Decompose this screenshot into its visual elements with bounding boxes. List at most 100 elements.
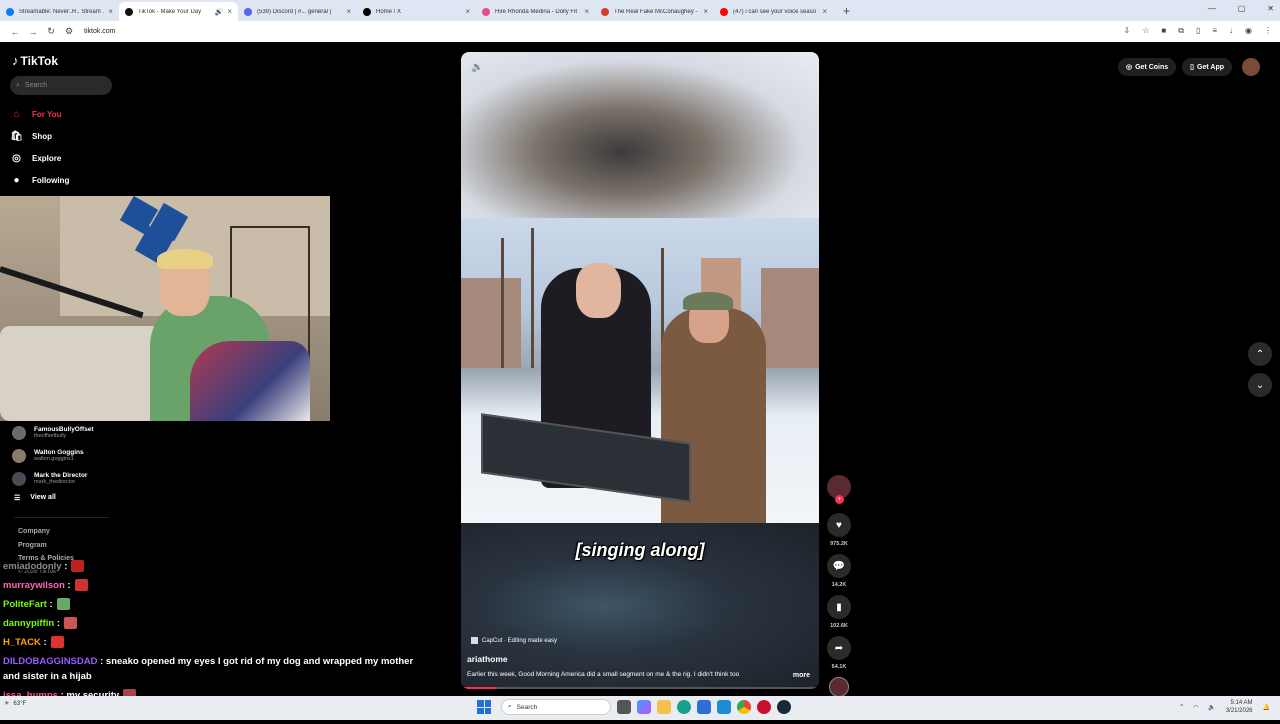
tray-chevron-icon[interactable]: ^	[1180, 704, 1183, 710]
view-all-button[interactable]: ☰ View all	[14, 494, 56, 502]
close-tab-icon[interactable]: ×	[584, 7, 589, 16]
download-icon[interactable]: ↓	[1229, 26, 1233, 36]
get-app-button[interactable]: ▯ Get App	[1182, 58, 1232, 76]
file-explorer-icon[interactable]	[657, 700, 671, 714]
downloads-icon[interactable]: ≡	[1212, 26, 1217, 36]
close-tab-icon[interactable]: ×	[346, 7, 351, 16]
video-actions: + ♥ 975.2K 💬 14.2K ▮ 102.6K ➦ 64.1K	[826, 475, 852, 697]
capcut-tag[interactable]: CapCut · Editing made easy	[471, 637, 557, 644]
task-view-icon[interactable]	[617, 700, 631, 714]
reload-icon[interactable]: ↻	[42, 26, 60, 37]
share-action[interactable]: ➦ 64.1K	[826, 636, 852, 670]
video-author[interactable]: ariathome	[467, 654, 508, 664]
video-player[interactable]: [singing along] 🔈 ··· CapCut · Editing m…	[461, 52, 819, 689]
following-account[interactable]: Mark the Director mark_thedirector	[12, 467, 94, 490]
browser-tab[interactable]: TikTok - Make Your Day 🔊 ×	[119, 2, 238, 21]
mail-icon[interactable]	[717, 700, 731, 714]
audio-playing-icon[interactable]: 🔊	[215, 8, 224, 16]
install-icon[interactable]: ⇩	[1124, 26, 1131, 36]
back-icon[interactable]: ←	[6, 27, 24, 37]
chat-username: emiadodonly	[3, 561, 62, 572]
avatar[interactable]	[1242, 58, 1260, 76]
footer-link-program[interactable]: Program	[18, 539, 74, 553]
site-info-icon[interactable]: ⚙	[60, 26, 78, 37]
close-tab-icon[interactable]: ×	[703, 7, 708, 16]
video-tree	[531, 228, 534, 368]
footer-link-company[interactable]: Company	[18, 525, 74, 539]
forward-icon[interactable]: →	[24, 27, 42, 37]
maximize-icon[interactable]: ▢	[1238, 4, 1246, 13]
copilot-icon[interactable]	[637, 700, 651, 714]
like-action[interactable]: ♥ 975.2K	[826, 513, 852, 547]
next-video-button[interactable]: ⌄	[1248, 373, 1272, 397]
store-icon[interactable]	[697, 700, 711, 714]
browser-tab[interactable]: The Real Fake McConaughey - ×	[595, 2, 714, 21]
windows-start-icon[interactable]	[477, 700, 491, 714]
browser-tab[interactable]: Hire Rhonda Medina - Dolly Fit ×	[476, 2, 595, 21]
sidebar-item-following[interactable]: ● Following	[10, 169, 69, 191]
previous-video-button[interactable]: ⌃	[1248, 342, 1272, 366]
more-options-icon[interactable]: ···	[799, 60, 809, 71]
sidebar-item-for-you[interactable]: ⌂ For You	[10, 103, 69, 125]
minimize-icon[interactable]: —	[1208, 4, 1216, 13]
taskbar-search[interactable]: ⌕ Search	[501, 699, 611, 715]
share-icon[interactable]: ➦	[827, 636, 851, 660]
puzzle-icon[interactable]: ⧉	[1178, 26, 1184, 36]
tab-title: Hire Rhonda Medina - Dolly Fit	[495, 8, 578, 15]
profile-icon[interactable]: ◉	[1245, 26, 1252, 36]
tab-title: (47) i can see your voice seaso	[733, 8, 817, 15]
network-icon[interactable]: ◠	[1193, 704, 1198, 711]
comment-icon[interactable]: 💬	[827, 554, 851, 578]
comment-action[interactable]: 💬 14.2K	[826, 554, 852, 588]
chrome-icon[interactable]	[737, 700, 751, 714]
close-tab-icon[interactable]: ×	[108, 7, 113, 16]
avatar	[12, 448, 26, 463]
chat-text: :	[64, 561, 68, 572]
volume-tray-icon[interactable]: 🔈	[1208, 704, 1215, 711]
browser-tab[interactable]: (47) i can see your voice seaso ×	[714, 2, 833, 21]
tiktok-note-icon: ♪	[12, 53, 19, 68]
video-progress-bar[interactable]	[461, 687, 819, 689]
close-window-icon[interactable]: ✕	[1267, 4, 1274, 13]
following-accounts: FamousBullyOffset theoffsetbully Walton Go…	[12, 421, 94, 490]
address-bar: ← → ↻ ⚙ tiktok.com ⇩ ☆ ■ ⧉ ▯ ≡ ↓ ◉ ⋮	[0, 21, 1280, 42]
sound-disc-icon[interactable]	[829, 677, 849, 697]
browser-tab[interactable]: Streamable: Never..R.. Stream ... ×	[0, 2, 119, 21]
close-tab-icon[interactable]: ×	[227, 7, 232, 16]
chat-text: :	[43, 637, 47, 648]
new-tab-button[interactable]: +	[843, 4, 850, 18]
tab-title: (539) Discord | #... general |	[257, 8, 332, 15]
save-action[interactable]: ▮ 102.6K	[826, 595, 852, 629]
heart-icon[interactable]: ♥	[827, 513, 851, 537]
home-icon: ⌂	[13, 108, 20, 120]
close-tab-icon[interactable]: ×	[822, 7, 827, 16]
tiktok-logo[interactable]: ♪ TikTok	[12, 53, 58, 68]
sidepanel-icon[interactable]: ▯	[1196, 26, 1200, 36]
video-tree	[501, 238, 504, 368]
bookmark-icon[interactable]: ▮	[827, 595, 851, 619]
volume-icon[interactable]: 🔈	[471, 62, 483, 73]
following-account[interactable]: FamousBullyOffset theoffsetbully	[12, 421, 94, 444]
clock[interactable]: 5:14 AM 3/21/2026	[1226, 699, 1253, 715]
extension-icon[interactable]: ■	[1161, 26, 1166, 36]
get-coins-button[interactable]: ◎ Get Coins	[1118, 58, 1177, 76]
browser-tab[interactable]: (539) Discord | #... general | ×	[238, 2, 357, 21]
edge-icon[interactable]	[677, 700, 691, 714]
menu-icon[interactable]: ⋮	[1264, 26, 1272, 36]
close-tab-icon[interactable]: ×	[465, 7, 470, 16]
creator-avatar[interactable]: +	[827, 475, 851, 504]
description-more-button[interactable]: more	[793, 672, 810, 679]
browser-tab[interactable]: Home / X ×	[357, 2, 476, 21]
follow-plus-icon[interactable]: +	[835, 495, 844, 504]
bookmark-star-icon[interactable]: ☆	[1142, 26, 1149, 36]
sidebar-item-label: Shop	[32, 131, 52, 141]
weather-widget[interactable]: ☀ 63°F	[4, 700, 26, 708]
sidebar-item-explore[interactable]: ◎ Explore	[10, 147, 69, 169]
app-icon[interactable]	[757, 700, 771, 714]
notification-icon[interactable]: 🔔	[1263, 704, 1270, 711]
search-input[interactable]: ⌕ Search	[10, 76, 112, 95]
following-account[interactable]: Walton Goggins walton.goggins1	[12, 444, 94, 467]
url-field[interactable]: tiktok.com	[84, 28, 116, 35]
sidebar-item-shop[interactable]: 🛍 Shop	[10, 125, 69, 147]
steam-icon[interactable]	[777, 700, 791, 714]
